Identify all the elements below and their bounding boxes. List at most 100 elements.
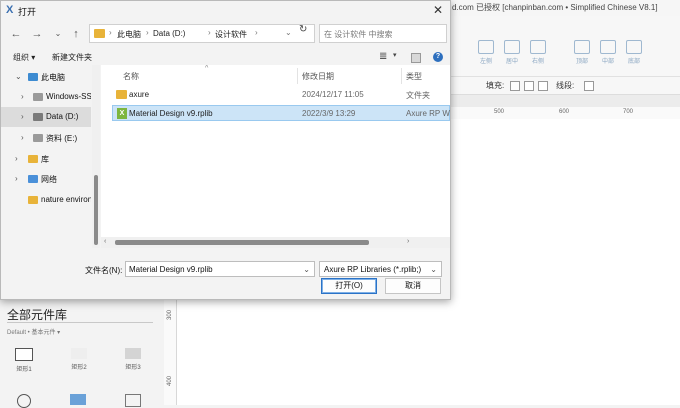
forward-arrow-icon[interactable]: → [30, 27, 44, 41]
help-icon[interactable]: ? [433, 52, 443, 62]
filename-input[interactable]: Material Design v9.rplib ⌄ [125, 261, 315, 277]
back-arrow-icon[interactable]: ← [9, 27, 23, 41]
align-left-tool[interactable]: 左侧 [474, 40, 498, 65]
chevron-right-icon[interactable]: › [15, 174, 18, 183]
image-widget-icon[interactable] [70, 394, 86, 405]
search-input[interactable]: 在 设计软件 中搜索 [319, 24, 447, 43]
file-type-select[interactable]: Axure RP Libraries (*.rplib;) ⌄ [319, 261, 442, 277]
computer-icon [28, 73, 38, 81]
align-top-tool[interactable]: 顶部 [570, 40, 594, 65]
address-dropdown-icon[interactable]: ⌄ [285, 28, 292, 37]
chevron-right-icon[interactable]: › [21, 92, 24, 101]
address-bar[interactable]: › 此电脑 › Data (D:) › 设计软件 › ⌄ [89, 24, 315, 43]
sidebar-item-network[interactable]: › 网络 [1, 169, 91, 189]
breadcrumb-data-drive[interactable]: Data (D:) [153, 29, 185, 38]
sidebar-item-libraries[interactable]: › 库 [1, 149, 91, 169]
file-name: Material Design v9.rplib [129, 109, 213, 118]
sidebar-item-label: Data (D:) [46, 112, 79, 121]
preview-pane-icon[interactable] [411, 53, 421, 63]
filename-label: 文件名(N): [85, 266, 123, 275]
chevron-down-icon[interactable]: ⌄ [15, 72, 22, 81]
navigation-scrollbar[interactable] [92, 65, 100, 248]
chevron-right-icon[interactable]: › [21, 112, 24, 121]
design-canvas[interactable] [450, 119, 680, 300]
breadcrumb-this-pc[interactable]: 此电脑 [117, 29, 141, 40]
view-options-icon[interactable]: ≣ [379, 51, 387, 62]
align-bottom-icon [626, 40, 642, 54]
up-arrow-icon[interactable]: ↑ [69, 27, 83, 41]
sidebar-item-this-pc[interactable]: ⌄ 此电脑 [1, 67, 91, 87]
sidebar-item-nature-environment[interactable]: nature environment [1, 190, 91, 210]
library-title: 全部元件库 [7, 308, 68, 322]
column-header-type[interactable]: 类型 [406, 71, 422, 82]
scrollbar-thumb[interactable] [115, 240, 369, 245]
organize-button[interactable]: 组织 ▾ [13, 52, 35, 63]
chevron-right-icon[interactable]: › [15, 154, 18, 163]
sidebar-item-windows-ssd[interactable]: › Windows-SSD [1, 87, 91, 107]
sort-chevron-icon: ^ [205, 65, 209, 72]
file-row-axure[interactable]: axure 2024/12/17 11:05 文件夹 [112, 87, 450, 103]
app-title-text: d.com 已授权 [chanpinban.com • Simplified C… [452, 3, 658, 12]
dialog-footer: 文件名(N): Material Design v9.rplib ⌄ Axure… [1, 249, 450, 299]
sidebar-item-label: 库 [41, 155, 49, 164]
fill-color-swatch[interactable] [510, 81, 520, 91]
column-header-modified[interactable]: 修改日期 [302, 71, 334, 82]
fill-label: 填充: [486, 81, 505, 90]
ruler-strip [450, 95, 680, 107]
filename-value: Material Design v9.rplib [129, 265, 213, 274]
widget-rectangle-2[interactable]: 矩形2 [59, 348, 99, 371]
ruler-tick: 600 [559, 109, 570, 115]
axure-x-icon: X [6, 4, 14, 16]
new-folder-button[interactable]: 新建文件夹 [52, 52, 92, 63]
scrollbar-thumb[interactable] [94, 175, 98, 245]
file-type: Axure RP Wi [406, 109, 450, 118]
align-center-tool[interactable]: 居中 [500, 40, 524, 65]
close-button[interactable]: ✕ [431, 3, 445, 17]
widget-rectangle-3[interactable]: 矩形3 [113, 348, 153, 371]
file-type-value: Axure RP Libraries (*.rplib;) [324, 265, 422, 274]
column-header-name[interactable]: 名称 [123, 71, 139, 82]
sidebar-item-label: Windows-SSD [46, 92, 91, 101]
scroll-right-icon[interactable]: › [407, 238, 409, 245]
open-file-dialog: X 打开 ✕ ← → ⌄ ↑ › 此电脑 › Data (D:) › 设计软件 … [0, 0, 451, 300]
library-selector[interactable]: Default • 基本元件 ▾ [7, 327, 60, 336]
align-middle-tool[interactable]: 中部 [596, 40, 620, 65]
app-title-bar: d.com 已授权 [chanpinban.com • Simplified C… [450, 0, 680, 16]
sidebar-item-label: nature environment [41, 195, 91, 204]
sidebar-item-data-e[interactable]: › 资料 (E:) [1, 128, 91, 148]
align-bottom-tool[interactable]: 底部 [622, 40, 646, 65]
sidebar-item-label: 资料 (E:) [46, 134, 78, 143]
cancel-button[interactable]: 取消 [385, 278, 441, 294]
chevron-down-icon[interactable]: ⌄ [303, 265, 310, 274]
navigation-pane: ⌄ 此电脑 › Windows-SSD › Data (D:) › 资料 (E:… [1, 65, 91, 248]
file-row-material-design[interactable]: X Material Design v9.rplib 2022/3/9 13:2… [112, 105, 450, 121]
sidebar-item-data-drive[interactable]: › Data (D:) [1, 107, 91, 127]
rectangle-icon [71, 348, 87, 359]
file-list: ^ 名称 修改日期 类型 axure 2024/12/17 11:05 文件夹 … [101, 65, 450, 248]
scroll-left-icon[interactable]: ‹ [104, 238, 106, 245]
breadcrumb-design-software[interactable]: 设计软件 [215, 29, 247, 40]
sidebar-item-label: 此电脑 [41, 73, 65, 82]
chevron-right-icon: › [255, 28, 258, 37]
column-divider[interactable] [297, 68, 298, 84]
file-list-scrollbar[interactable]: ‹ › [101, 237, 450, 248]
open-button[interactable]: 打开(O) [321, 278, 377, 294]
file-name: axure [129, 90, 150, 99]
fill-style-swatch[interactable] [524, 81, 534, 91]
align-right-tool[interactable]: 右侧 [526, 40, 550, 65]
recent-chevron-down-icon[interactable]: ⌄ [51, 27, 65, 41]
view-dropdown-icon[interactable]: ▾ [393, 51, 397, 59]
design-canvas-lower[interactable] [176, 300, 680, 405]
library-panel: 全部元件库 Default • 基本元件 ▾ 矩形1 矩形2 矩形3 [0, 300, 164, 408]
refresh-icon[interactable]: ↻ [299, 24, 307, 35]
search-placeholder: 在 设计软件 中搜索 [324, 30, 393, 39]
chevron-down-icon[interactable]: ⌄ [430, 265, 437, 274]
circle-widget-icon[interactable] [17, 394, 31, 408]
line-color-swatch[interactable] [584, 81, 594, 91]
placeholder-widget-icon[interactable] [125, 394, 141, 407]
widget-rectangle-1[interactable]: 矩形1 [4, 348, 44, 373]
fill-shadow-swatch[interactable] [538, 81, 548, 91]
ruler-tick: 500 [494, 109, 505, 115]
chevron-right-icon[interactable]: › [21, 133, 24, 142]
column-divider[interactable] [401, 68, 402, 84]
